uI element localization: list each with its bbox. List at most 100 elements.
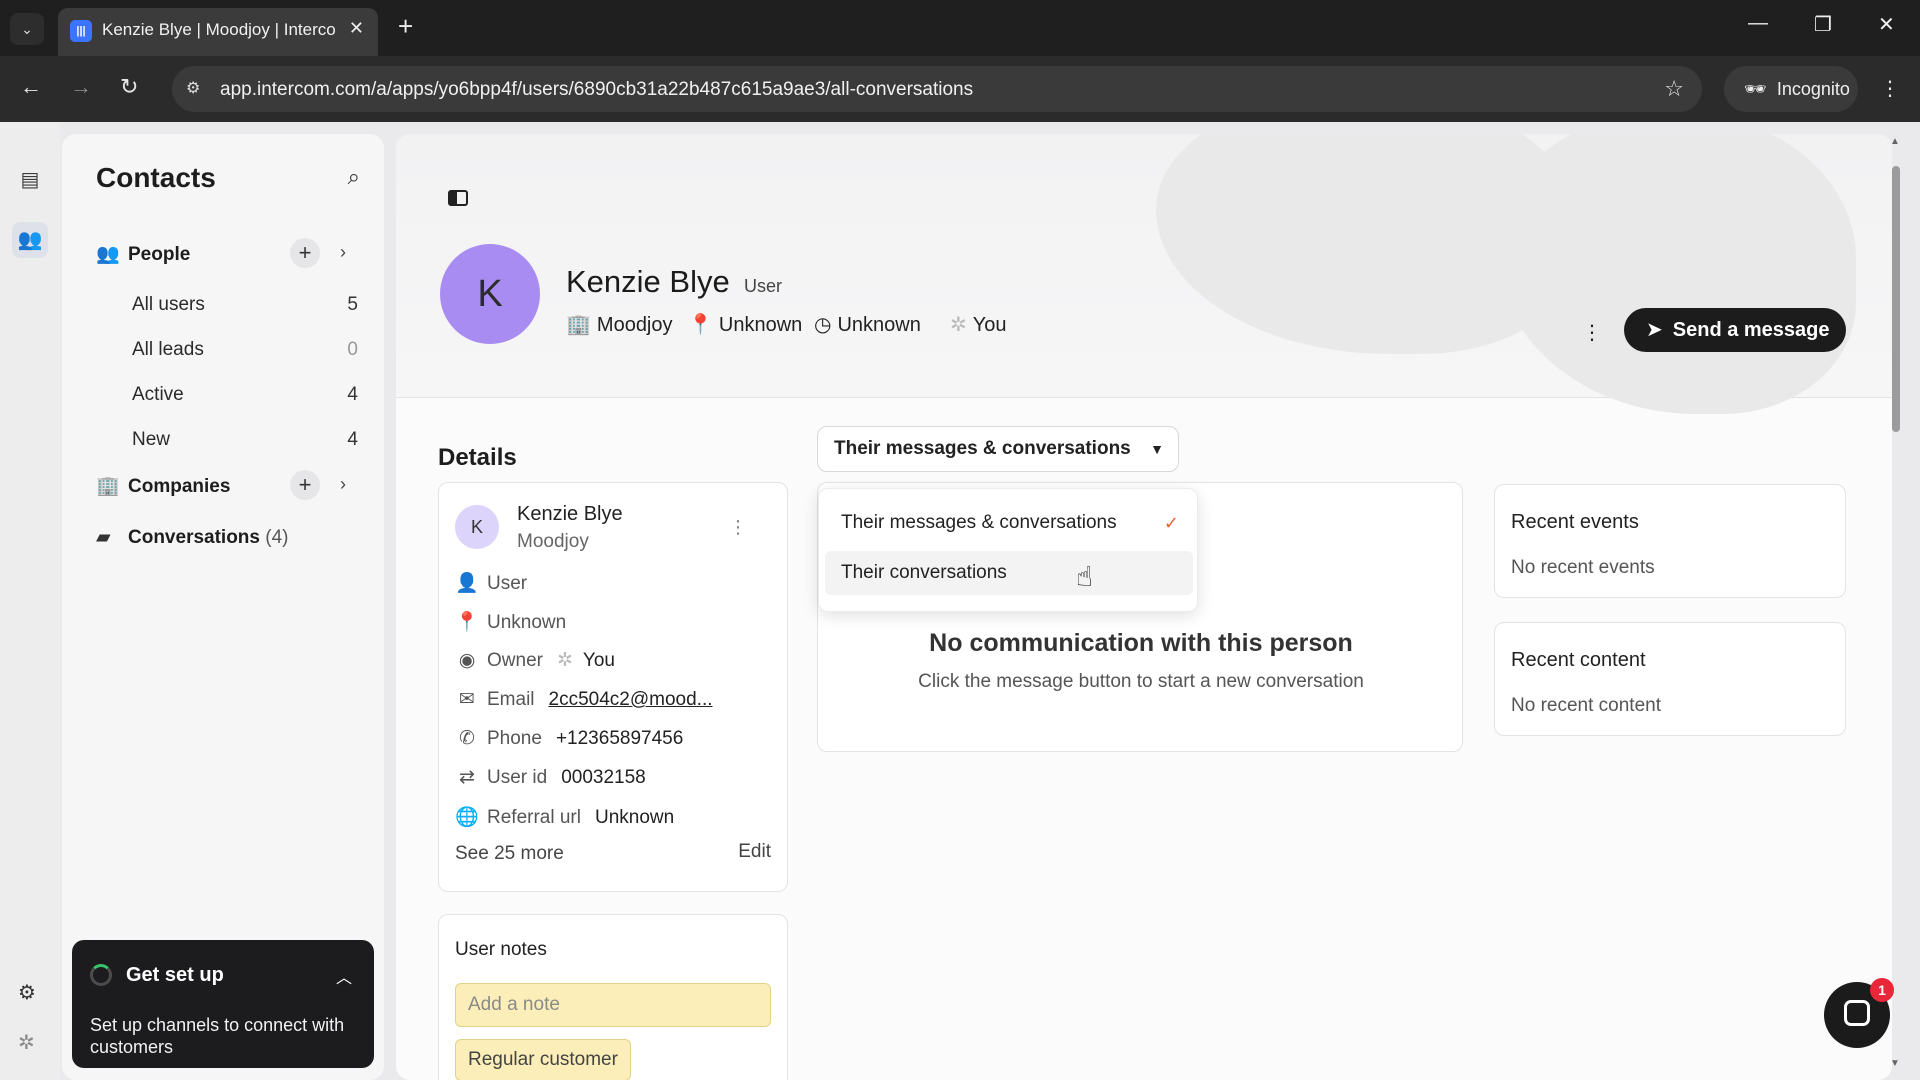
profile-owner[interactable]: ✲ You <box>950 312 1007 337</box>
collapse-chevron-icon[interactable]: ︿ <box>336 964 352 988</box>
search-icon[interactable]: ⌕ <box>348 164 360 190</box>
intercom-app: ▤ 👥 ⚙ ✲ Contacts ⌕ 👥 People + › All users… <box>0 122 1920 1080</box>
detail-userid-label: User id <box>487 767 548 788</box>
avatar: K <box>440 244 540 344</box>
sidebar-item-all-users[interactable]: All users 5 <box>132 294 358 316</box>
conversation-filter-dropdown[interactable]: Their messages & conversations ▼ <box>817 426 1179 472</box>
intercom-favicon-icon: ||| <box>70 20 92 42</box>
details-card: K Kenzie Blye Moodjoy ⋮ 👤 User 📍 Unknown ◉… <box>438 482 788 892</box>
add-person-button[interactable]: + <box>290 238 320 268</box>
menu-item-conversations[interactable]: Their conversations <box>825 551 1193 595</box>
window-close-icon[interactable]: ✕ <box>1878 12 1895 37</box>
caret-down-icon: ▼ <box>1150 441 1164 457</box>
sidebar-item-all-leads[interactable]: All leads 0 <box>132 339 358 361</box>
clock-icon: ◷ <box>814 314 832 336</box>
detail-phone-value: +12365897456 <box>555 728 684 749</box>
progress-ring-icon <box>90 964 112 986</box>
note-item[interactable]: Regular customer <box>455 1039 631 1080</box>
user-notes-heading: User notes <box>455 939 547 960</box>
status-icon[interactable]: ✲ <box>18 1030 35 1055</box>
detail-row-user-id[interactable]: ⇄ User id 00032158 <box>455 766 646 789</box>
main-scrollbar[interactable]: ▲ ▼ <box>1888 134 1904 1080</box>
owner-avatar-icon: ✲ <box>950 314 967 336</box>
conversations-count: (4) <box>265 527 289 548</box>
site-settings-icon[interactable]: ⚙ <box>186 78 208 100</box>
incognito-label: Incognito <box>1776 79 1850 99</box>
phone-icon: ✆ <box>459 728 475 749</box>
url-text: app.intercom.com/a/apps/yo6bpp4f/users/6… <box>220 79 974 100</box>
empty-state-title: No communication with this person <box>929 629 1353 657</box>
sidebar-section-people[interactable]: 👥 People <box>96 242 190 266</box>
scroll-down-icon[interactable]: ▼ <box>1890 1058 1900 1069</box>
owner-value-text: You <box>582 650 615 671</box>
detail-email-label: Email <box>487 689 535 710</box>
people-expand-chevron-icon[interactable]: › <box>340 242 346 263</box>
send-icon: ➤ <box>1646 319 1663 341</box>
location-pin-icon: 📍 <box>688 314 713 336</box>
new-tab-icon[interactable]: + <box>398 12 413 40</box>
recent-events-card: Recent events No recent events <box>1494 484 1846 598</box>
minimize-icon[interactable]: — <box>1748 12 1768 35</box>
scroll-up-icon[interactable]: ▲ <box>1890 136 1900 147</box>
more-options-icon[interactable]: ⋮ <box>1582 320 1602 345</box>
menu-item-messages-and-conversations[interactable]: Their messages & conversations ✓ <box>825 501 1193 545</box>
tab-close-icon[interactable]: ✕ <box>349 18 364 39</box>
tab-search-chevron-icon[interactable]: ⌄ <box>10 13 44 45</box>
tab-title: Kenzie Blye | Moodjoy | Interco <box>102 20 336 39</box>
restore-icon[interactable]: ❐ <box>1814 12 1832 37</box>
detail-row-referral-url[interactable]: 🌐 Referral url Unknown <box>455 805 674 829</box>
person-icon: 👤 <box>455 573 479 594</box>
globe-icon: 🌐 <box>455 807 479 828</box>
owner-avatar-icon: ✲ <box>556 650 573 671</box>
reload-icon[interactable]: ↻ <box>120 74 138 100</box>
get-set-up-panel[interactable]: Get set up ︿ Set up channels to connect … <box>72 940 374 1068</box>
detail-referral-value: Unknown <box>594 807 675 828</box>
location-pin-icon: 📍 <box>455 612 479 633</box>
sidebar-section-companies[interactable]: 🏢 Companies <box>96 474 230 498</box>
sidebar-item-new[interactable]: New 4 <box>132 429 358 451</box>
sidebar-section-conversations[interactable]: ▰ Conversations (4) <box>96 526 289 549</box>
add-company-button[interactable]: + <box>290 470 320 500</box>
detail-referral-label: Referral url <box>487 807 581 828</box>
detail-row-email[interactable]: ✉ Email 2cc504c2@mood... <box>455 688 713 711</box>
detail-row-owner[interactable]: ◉ Owner ✲ You <box>455 649 615 672</box>
see-more-link[interactable]: See 25 more <box>455 843 564 865</box>
panel-toggle-icon[interactable] <box>448 190 468 206</box>
forward-icon[interactable]: → <box>70 74 92 100</box>
address-bar[interactable]: ⚙ app.intercom.com/a/apps/yo6bpp4f/users… <box>172 66 1702 112</box>
details-company[interactable]: Moodjoy <box>517 531 589 553</box>
companies-expand-chevron-icon[interactable]: › <box>340 474 346 495</box>
people-icon: 👥 <box>96 244 120 265</box>
inbox-icon[interactable]: ▤ <box>16 166 44 194</box>
sidebar-item-label: All users <box>132 294 205 315</box>
edit-details-button[interactable]: Edit <box>738 841 771 863</box>
detail-row-phone[interactable]: ✆ Phone +12365897456 <box>455 727 683 750</box>
details-more-icon[interactable]: ⋮ <box>729 517 747 538</box>
browser-tab[interactable]: ||| Kenzie Blye | Moodjoy | Interco ✕ <box>58 8 378 56</box>
profile-company[interactable]: 🏢 Moodjoy <box>566 312 673 337</box>
send-message-button[interactable]: ➤ Send a message <box>1624 308 1846 352</box>
sidebar-item-label: Active <box>132 384 184 405</box>
sidebar-item-active[interactable]: Active 4 <box>132 384 358 406</box>
browser-toolbar: ← → ↻ ⚙ app.intercom.com/a/apps/yo6bpp4f… <box>0 56 1920 122</box>
profile-location: 📍 Unknown <box>688 312 802 337</box>
bookmark-star-icon[interactable]: ☆ <box>1664 76 1684 102</box>
detail-email-value[interactable]: 2cc504c2@mood... <box>549 689 713 710</box>
detail-row-type: 👤 User <box>455 571 527 595</box>
sidebar-title: Contacts <box>96 162 216 193</box>
browser-menu-icon[interactable]: ⋮ <box>1880 76 1900 101</box>
messenger-launcher[interactable]: 1 <box>1824 978 1894 1048</box>
contacts-icon[interactable]: 👥 <box>12 222 48 258</box>
conversations-label: Conversations <box>128 527 260 548</box>
incognito-indicator[interactable]: 🕶 Incognito <box>1724 66 1858 112</box>
profile-time: ◷ Unknown <box>814 312 921 337</box>
settings-icon[interactable]: ⚙ <box>18 980 36 1005</box>
people-label: People <box>128 244 191 265</box>
detail-userid-value: 00032158 <box>561 767 646 788</box>
back-icon[interactable]: ← <box>20 74 42 100</box>
add-note-input[interactable]: Add a note <box>455 983 771 1027</box>
scroll-thumb[interactable] <box>1892 166 1900 432</box>
profile-owner-label: You <box>972 314 1007 336</box>
detail-type-value: User <box>487 573 528 594</box>
send-message-label: Send a message <box>1672 319 1830 341</box>
